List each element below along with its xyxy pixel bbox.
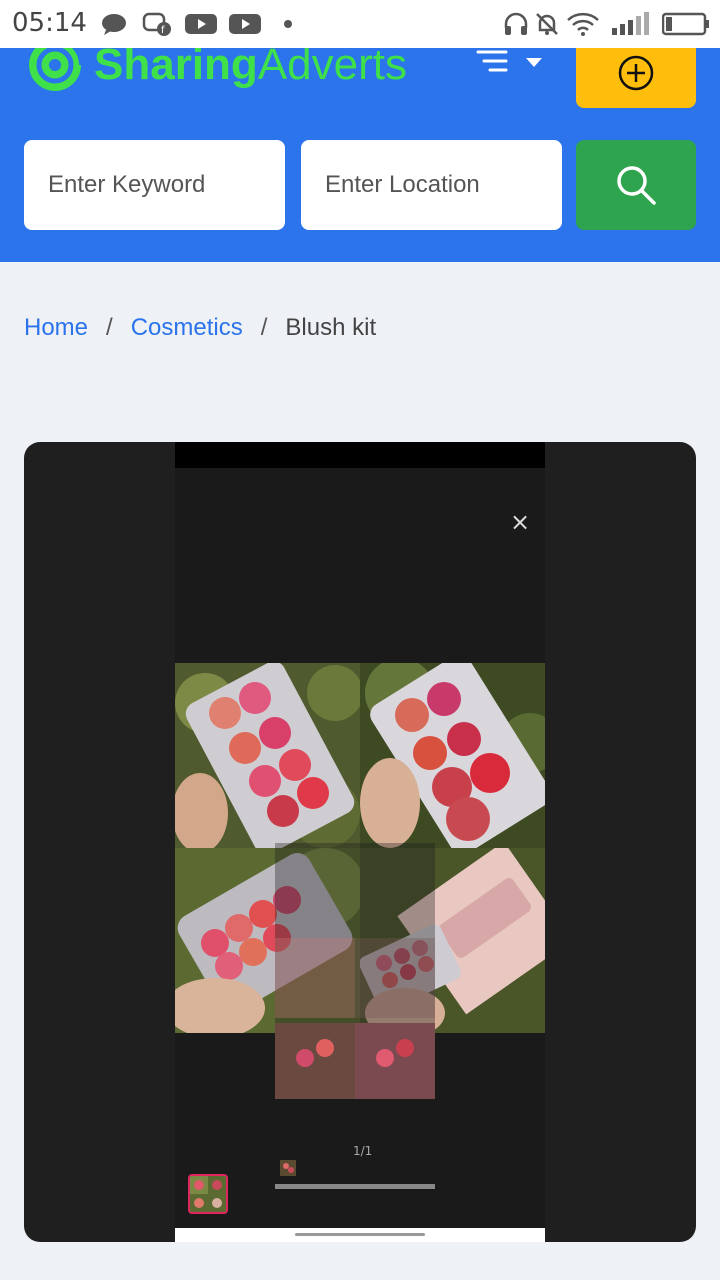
stage-bottom-bar (175, 1228, 545, 1242)
product-photo-1[interactable] (175, 663, 360, 848)
location-input[interactable]: Enter Location (301, 140, 562, 230)
status-time: 05:14 (12, 8, 87, 38)
carousel-progress-bar (275, 1184, 435, 1189)
search-icon (617, 166, 656, 205)
image-stage: × 1/1 (175, 442, 545, 1242)
notification-dot-icon (284, 20, 292, 28)
search-button[interactable] (576, 140, 696, 230)
svg-text:f: f (161, 25, 165, 36)
wifi-icon (567, 12, 599, 36)
breadcrumb-home[interactable]: Home (24, 314, 88, 342)
close-icon[interactable]: × (510, 508, 530, 536)
menu-button[interactable] (476, 48, 548, 84)
overlay-preview (275, 843, 435, 1099)
messenger-icon: f (142, 12, 171, 36)
battery-icon (662, 12, 709, 36)
breadcrumb-separator: / (260, 314, 268, 341)
breadcrumb: Home / Cosmetics / Blush kit (24, 314, 376, 342)
image-viewer: × 1/1 (24, 442, 696, 1242)
chat-bubble-icon (102, 14, 126, 35)
image-counter: 1/1 (353, 1144, 373, 1158)
youtube-icon-2 (229, 14, 261, 34)
site-header: SharingAdverts Enter Keyword Enter Locat… (0, 48, 720, 262)
breadcrumb-current: Blush kit (285, 314, 377, 341)
post-ad-button[interactable] (576, 48, 696, 108)
mute-bell-icon (536, 13, 558, 35)
keyword-input[interactable]: Enter Keyword (24, 140, 285, 230)
status-bar: 05:14 f (0, 0, 720, 48)
breadcrumb-separator: / (106, 314, 113, 341)
headset-icon (504, 12, 528, 35)
hamburger-menu-icon (476, 50, 542, 72)
product-photo-2[interactable] (360, 663, 545, 848)
selected-thumbnail[interactable] (188, 1174, 228, 1214)
breadcrumb-cosmetics[interactable]: Cosmetics (131, 314, 243, 342)
mini-thumbnail[interactable] (280, 1160, 296, 1176)
stage-top-bar (175, 442, 545, 468)
signal-bars-icon (612, 12, 649, 35)
logo-mark-icon (29, 48, 83, 91)
youtube-icon (185, 14, 217, 34)
drag-handle[interactable] (295, 1233, 425, 1236)
plus-circle-icon (618, 55, 654, 91)
site-logo[interactable]: SharingAdverts (26, 48, 407, 102)
brand-name: SharingAdverts (94, 48, 407, 89)
